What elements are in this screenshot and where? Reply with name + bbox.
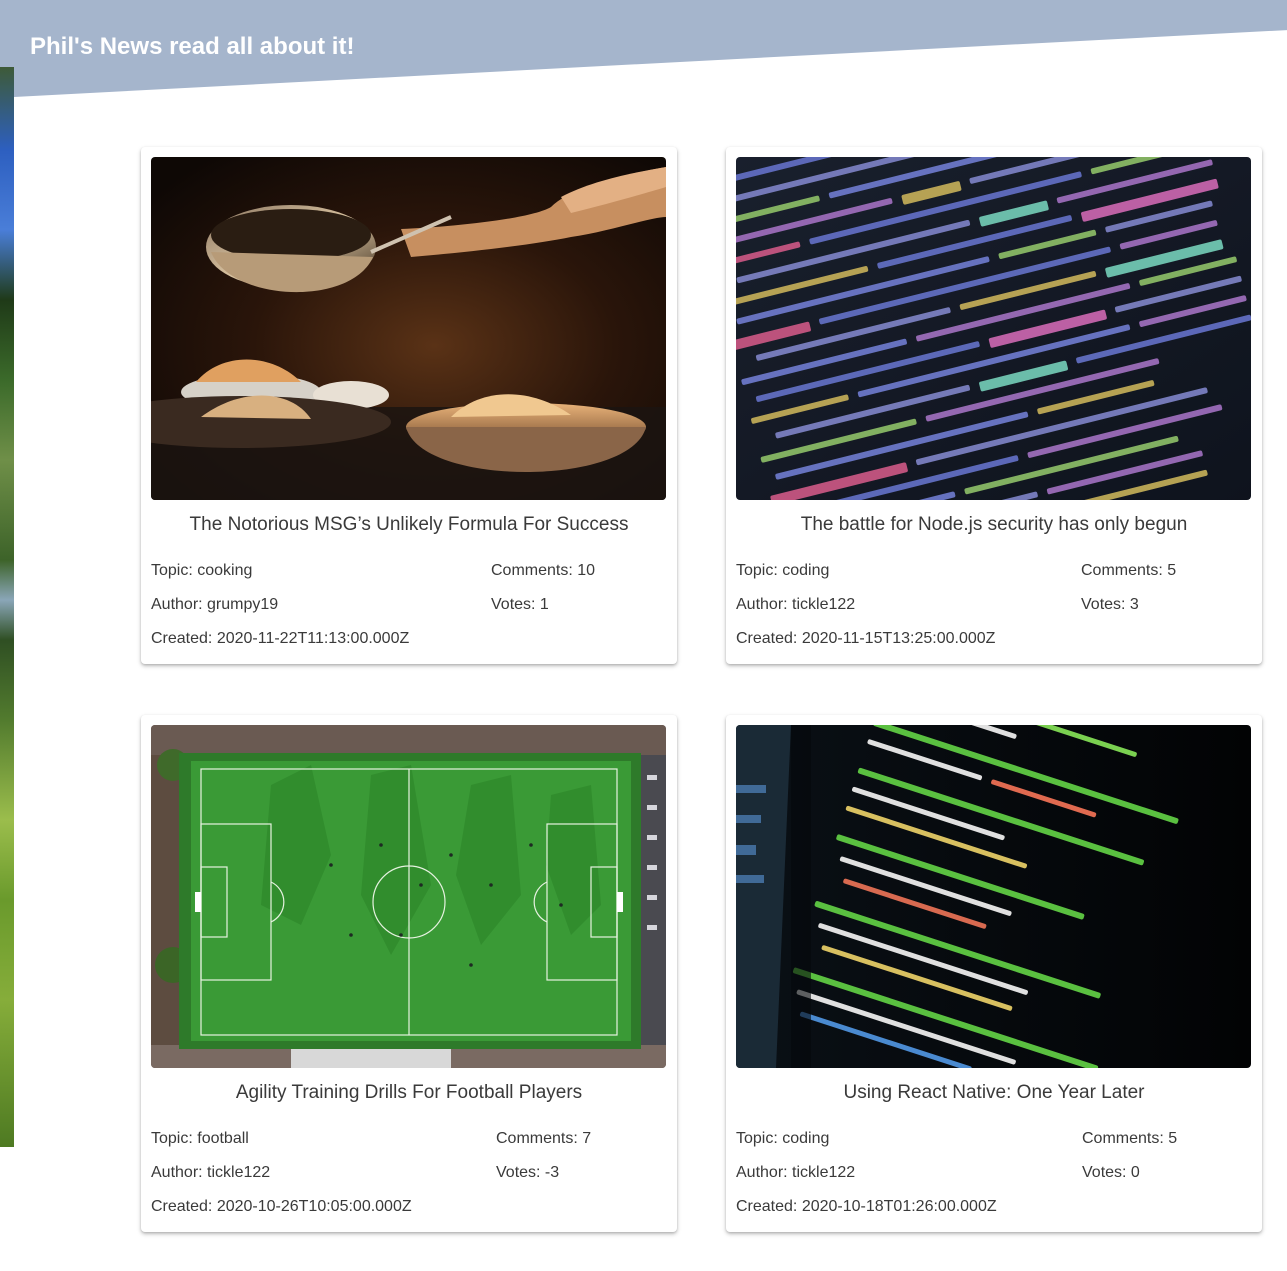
article-image-cooking[interactable]	[151, 157, 666, 500]
article-author: Author: tickle122	[736, 1164, 856, 1181]
article-title[interactable]: The battle for Node.js security has only…	[726, 514, 1262, 536]
article-author: Author: tickle122	[151, 1164, 271, 1181]
article-card[interactable]: The Notorious MSG’s Unlikely Formula For…	[141, 147, 677, 664]
header-corner	[0, 0, 14, 67]
article-card[interactable]: The battle for Node.js security has only…	[726, 147, 1262, 664]
article-votes: Votes: -3	[496, 1164, 560, 1181]
article-title[interactable]: Agility Training Drills For Football Pla…	[141, 1082, 677, 1104]
site-title: Phil's News read all about it!	[30, 33, 355, 60]
article-author: Author: grumpy19	[151, 596, 279, 613]
article-comments: Comments: 5	[1081, 562, 1177, 579]
background-landscape-strip	[0, 0, 14, 1147]
article-card[interactable]: Agility Training Drills For Football Pla…	[141, 715, 677, 1232]
article-topic: Topic: coding	[736, 562, 830, 579]
article-created: Created: 2020-10-18T01:26:00.000Z	[736, 1198, 997, 1215]
article-author: Author: tickle122	[736, 596, 856, 613]
article-topic: Topic: coding	[736, 1130, 830, 1147]
article-created: Created: 2020-11-22T11:13:00.000Z	[151, 630, 410, 647]
article-image-coding[interactable]	[736, 725, 1251, 1068]
article-image-coding[interactable]	[736, 157, 1251, 500]
article-votes: Votes: 0	[1082, 1164, 1140, 1181]
article-title[interactable]: Using React Native: One Year Later	[726, 1082, 1262, 1104]
article-created: Created: 2020-10-26T10:05:00.000Z	[151, 1198, 412, 1215]
article-votes: Votes: 3	[1081, 596, 1139, 613]
article-topic: Topic: cooking	[151, 562, 253, 579]
article-comments: Comments: 10	[491, 562, 596, 579]
article-card[interactable]: Using React Native: One Year Later Topic…	[726, 715, 1262, 1232]
article-comments: Comments: 5	[1082, 1130, 1178, 1147]
article-title[interactable]: The Notorious MSG’s Unlikely Formula For…	[141, 514, 677, 536]
article-created: Created: 2020-11-15T13:25:00.000Z	[736, 630, 996, 647]
article-image-football[interactable]	[151, 725, 666, 1068]
article-votes: Votes: 1	[491, 596, 549, 613]
article-comments: Comments: 7	[496, 1130, 592, 1147]
article-topic: Topic: football	[151, 1130, 249, 1147]
